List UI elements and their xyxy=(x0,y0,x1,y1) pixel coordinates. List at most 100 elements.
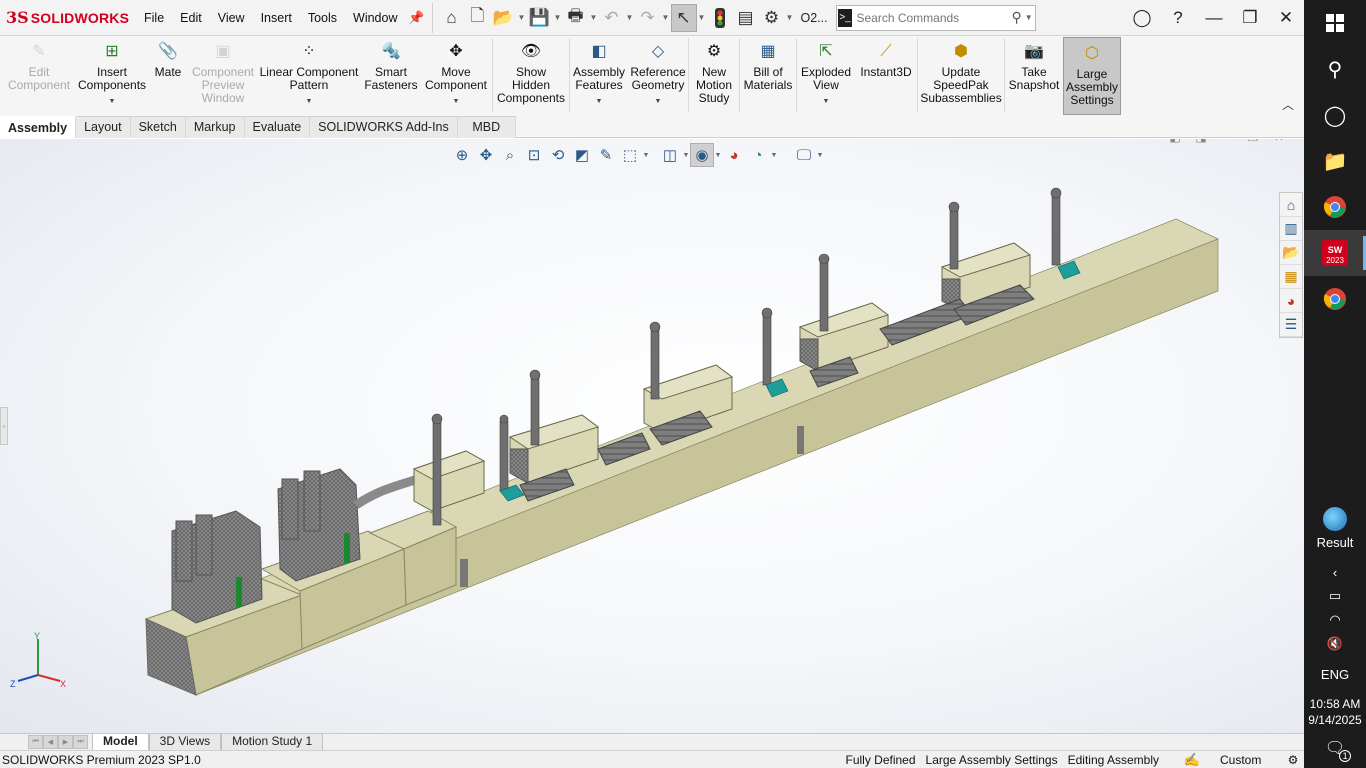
chevron-down-icon[interactable]: ▼ xyxy=(714,152,722,159)
file-properties-icon[interactable]: ▤ xyxy=(733,4,759,32)
save-dropdown-icon[interactable]: ▼ xyxy=(553,13,563,22)
tab-markup[interactable]: Markup xyxy=(185,116,245,138)
new-motion-study-button[interactable]: ⚙ New Motion Study xyxy=(689,36,739,114)
chevron-down-icon[interactable]: ▼ xyxy=(596,95,603,108)
view-palette-icon[interactable]: ▦ xyxy=(1280,265,1302,289)
language-indicator[interactable]: ENG xyxy=(1321,662,1349,686)
reference-geometry-button[interactable]: ◇ Reference Geometry ▼ xyxy=(628,36,688,114)
tab-layout[interactable]: Layout xyxy=(76,116,131,138)
menu-file[interactable]: File xyxy=(136,0,172,36)
chevron-down-icon[interactable]: ▼ xyxy=(823,95,830,108)
view-orientation-icon[interactable]: ⬚ xyxy=(618,143,642,167)
assembly-features-button[interactable]: ◧ Assembly Features ▼ xyxy=(570,36,628,114)
zoom-to-fit-icon[interactable]: ⊕ xyxy=(450,143,474,167)
menu-window[interactable]: Window xyxy=(345,0,405,36)
zoom-to-area-icon[interactable]: ⌕ xyxy=(498,143,522,167)
chevron-down-icon[interactable]: ▼ xyxy=(109,95,116,108)
help-icon[interactable]: ? xyxy=(1160,0,1196,36)
select-dropdown-icon[interactable]: ▼ xyxy=(697,13,707,22)
rebuild-icon[interactable]: ✍ xyxy=(1182,752,1202,768)
tab-solidworks-add-ins[interactable]: SOLIDWORKS Add-Ins xyxy=(310,116,458,138)
restore-icon[interactable]: ❐ xyxy=(1232,0,1268,36)
tab-sketch[interactable]: Sketch xyxy=(130,116,186,138)
file-explorer-icon[interactable]: 📂 xyxy=(1280,241,1302,265)
show-hidden-components-button[interactable]: 👁 Show Hidden Components xyxy=(493,36,569,114)
feature-manager-expand-handle[interactable]: ◦ xyxy=(0,407,8,445)
first-tab-icon[interactable]: ⏮ xyxy=(28,735,43,749)
custom-properties-icon[interactable]: ☰ xyxy=(1280,313,1302,337)
select-cursor-icon[interactable]: ↖ xyxy=(670,3,697,32)
chrome-icon[interactable] xyxy=(1304,184,1366,230)
exploded-view-button[interactable]: ⇱ Exploded View ▼ xyxy=(797,36,855,114)
last-tab-icon[interactable]: ⏭ xyxy=(73,735,88,749)
move-component-button[interactable]: ✥ Move Component ▼ xyxy=(420,36,492,114)
search-dropdown-icon[interactable]: ▼ xyxy=(1025,13,1035,22)
rebuild-traffic-light-icon[interactable] xyxy=(707,4,733,32)
menu-tools[interactable]: Tools xyxy=(300,0,345,36)
file-explorer-icon[interactable]: 📁 xyxy=(1304,138,1366,184)
battery-icon[interactable]: ▭ xyxy=(1329,584,1341,608)
graphics-area[interactable]: ⊕ ✥ ⌕ ⊡ ⟲ ◩ ✎ ⬚ ▼ ◫ ▼ ◉ ▼ ◕ ◔ ▼ 🖵 ▼ ◧ ◨ … xyxy=(0,139,1304,733)
notifications-icon[interactable]: 🗨 1 xyxy=(1325,738,1352,762)
close-icon[interactable]: ✕ xyxy=(1268,0,1304,36)
doc-minimize-icon[interactable]: — xyxy=(1214,139,1240,147)
design-library-icon[interactable]: ▥ xyxy=(1280,217,1302,241)
open-dropdown-icon[interactable]: ▼ xyxy=(517,13,527,22)
menu-edit[interactable]: Edit xyxy=(172,0,210,36)
insert-components-button[interactable]: ⊞ Insert Components ▼ xyxy=(78,36,146,114)
view-settings-icon[interactable]: 🖵 xyxy=(792,143,816,167)
chrome-icon-2[interactable] xyxy=(1304,276,1366,322)
display-style-icon[interactable]: ◫ xyxy=(658,143,682,167)
minimize-icon[interactable]: — xyxy=(1196,0,1232,36)
search-commands-input[interactable] xyxy=(856,10,1012,25)
system-clock[interactable]: 10:58 AM 9/14/2025 xyxy=(1308,696,1361,728)
section-view-icon[interactable]: ◩ xyxy=(570,143,594,167)
chevron-down-icon[interactable]: ▼ xyxy=(306,95,313,108)
bill-of-materials-button[interactable]: ▦ Bill of Materials xyxy=(740,36,796,114)
unit-system-selector[interactable]: Custom xyxy=(1202,753,1282,767)
previous-view-icon[interactable]: ⟲ xyxy=(546,143,570,167)
doc-restore-icon[interactable]: ❐ xyxy=(1240,139,1266,147)
options-dropdown-icon[interactable]: ▼ xyxy=(785,13,795,22)
search-commands-box[interactable]: >_ ⚲ ▼ xyxy=(835,4,1036,31)
chevron-down-icon[interactable]: ▼ xyxy=(770,152,778,159)
assembly-model[interactable] xyxy=(0,139,1304,733)
chevron-down-icon[interactable]: ▼ xyxy=(453,95,460,108)
menu-view[interactable]: View xyxy=(210,0,253,36)
user-account-icon[interactable]: ◯ xyxy=(1124,0,1160,36)
linear-component-pattern-button[interactable]: ⁘ Linear Component Pattern ▼ xyxy=(256,36,362,114)
dynamic-annotation-icon[interactable]: ✎ xyxy=(594,143,618,167)
solidworks-taskbar-icon[interactable]: SW 2023 xyxy=(1304,230,1366,276)
pan-icon[interactable]: ✥ xyxy=(474,143,498,167)
print-dropdown-icon[interactable]: ▼ xyxy=(589,13,599,22)
pin-icon[interactable]: 📌 xyxy=(408,10,426,26)
collapse-ribbon-icon[interactable]: ︿ xyxy=(1282,96,1294,113)
tab-evaluate[interactable]: Evaluate xyxy=(244,116,311,138)
task-view-icon[interactable]: ◯ xyxy=(1304,92,1366,138)
home-icon[interactable]: ⌂ xyxy=(439,4,465,32)
open-folder-icon[interactable]: 📂 xyxy=(491,4,517,32)
undo-dropdown-icon[interactable]: ▼ xyxy=(625,13,635,22)
zoom-in-out-icon[interactable]: ⊡ xyxy=(522,143,546,167)
solidworks-logo[interactable]: 3S SOLIDWORKS xyxy=(0,0,136,36)
previous-document-icon[interactable]: ◧ xyxy=(1162,139,1188,147)
redo-icon[interactable]: ↷ xyxy=(635,4,661,32)
tab-mbd[interactable]: MBD xyxy=(457,116,516,138)
status-options-icon[interactable]: ⚙ xyxy=(1282,753,1304,767)
menu-insert[interactable]: Insert xyxy=(253,0,300,36)
search-icon[interactable]: ⚲ xyxy=(1304,46,1366,92)
document-name[interactable]: O2... xyxy=(801,11,828,25)
appearances-scenes-icon[interactable]: ◕ xyxy=(1280,289,1302,313)
hide-show-items-icon[interactable]: ◉ xyxy=(690,143,714,167)
apply-scene-icon[interactable]: ◔ xyxy=(746,143,770,167)
print-icon[interactable]: 🖶 xyxy=(563,4,589,32)
solidworks-resources-icon[interactable]: ⌂ xyxy=(1280,193,1302,217)
component-preview-window-button[interactable]: ▣ Component Preview Window xyxy=(190,36,256,114)
tab-model[interactable]: Model xyxy=(92,733,149,751)
tab-motion-study-1[interactable]: Motion Study 1 xyxy=(221,733,324,751)
redo-dropdown-icon[interactable]: ▼ xyxy=(661,13,671,22)
chevron-left-icon[interactable]: ‹ xyxy=(1333,560,1337,584)
mate-button[interactable]: 📎 Mate xyxy=(146,36,190,114)
chevron-down-icon[interactable]: ▼ xyxy=(642,152,650,159)
prev-tab-icon[interactable]: ◀ xyxy=(43,735,58,749)
